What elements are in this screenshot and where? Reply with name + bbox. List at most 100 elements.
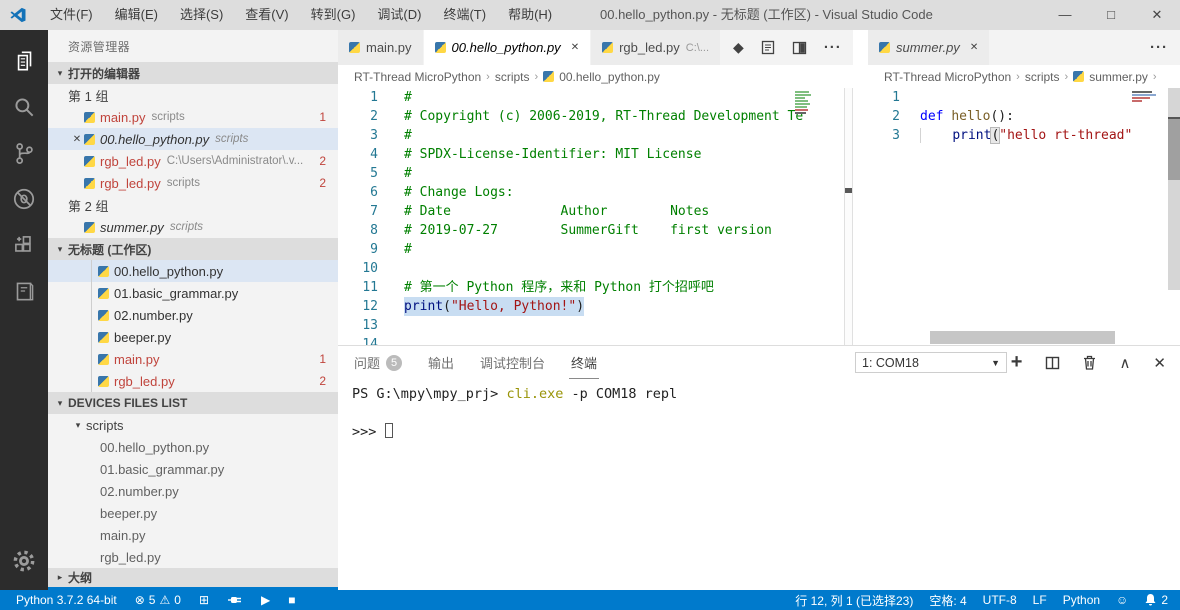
workspace-section-header[interactable]: ▾ 无标题 (工作区) xyxy=(48,238,338,260)
menu-file[interactable]: 文件(F) xyxy=(39,0,104,30)
more-actions-icon[interactable]: ··· xyxy=(1150,39,1168,56)
code-line-1[interactable]: 1# xyxy=(338,88,853,107)
more-actions-icon[interactable]: ··· xyxy=(824,39,842,56)
device-file-basic-grammar[interactable]: 01.basic_grammar.py xyxy=(48,458,338,480)
device-files-icon[interactable] xyxy=(0,268,48,314)
tab-main-py[interactable]: main.py xyxy=(338,30,424,65)
menu-debug[interactable]: 调试(D) xyxy=(366,0,432,30)
feedback-smiley-icon[interactable]: ☺ xyxy=(1116,593,1128,607)
breadcrumb-folder[interactable]: scripts xyxy=(1025,70,1060,84)
extensions-icon[interactable] xyxy=(0,222,48,268)
tab-summer-py[interactable]: summer.py ✕ xyxy=(868,30,990,65)
maximize-panel-icon[interactable]: ∧ xyxy=(1119,354,1130,372)
panel-tab-output[interactable]: 输出 xyxy=(426,347,456,378)
minimap-left[interactable] xyxy=(793,90,813,115)
breadcrumb-project[interactable]: RT-Thread MicroPython xyxy=(354,70,481,84)
breadcrumb-file[interactable]: 00.hello_python.py xyxy=(559,70,660,84)
device-file-beeper[interactable]: beeper.py xyxy=(48,502,338,524)
code-line-7[interactable]: 7# Date Author Notes xyxy=(338,202,853,221)
indentation-status[interactable]: 空格: 4 xyxy=(929,592,966,609)
outline-section-header[interactable]: ▸ 大纲 xyxy=(48,568,338,590)
horizontal-scrollbar[interactable] xyxy=(930,331,1115,344)
terminal-select-dropdown[interactable]: 1: COM18 ▼ xyxy=(855,352,1007,373)
close-icon[interactable]: ✕ xyxy=(970,42,978,53)
kill-terminal-trash-icon[interactable] xyxy=(1083,355,1096,370)
devices-folder-scripts[interactable]: ▾ scripts xyxy=(48,414,338,436)
code-line-14[interactable]: 14 xyxy=(338,335,853,345)
minimap-right[interactable] xyxy=(1130,90,1166,103)
explorer-icon[interactable] xyxy=(0,38,48,84)
editor-group-sash[interactable] xyxy=(844,88,853,345)
code-editor-left[interactable]: 1# 2# Copyright (c) 2006-2019, RT-Thread… xyxy=(338,88,853,345)
download-to-device-button[interactable]: ⊞ xyxy=(199,593,209,607)
breadcrumb-project[interactable]: RT-Thread MicroPython xyxy=(884,70,1011,84)
open-editor-summer-py[interactable]: summer.py scripts xyxy=(48,216,338,238)
device-file-rgb-led[interactable]: rgb_led.py xyxy=(48,546,338,568)
notifications-bell[interactable]: 2 xyxy=(1144,593,1168,607)
open-editor-rgb-led-scripts[interactable]: rgb_led.py scripts 2 xyxy=(48,172,338,194)
open-editor-hello-python[interactable]: ✕ 00.hello_python.py scripts xyxy=(48,128,338,150)
open-editors-header[interactable]: ▾ 打开的编辑器 xyxy=(48,62,338,84)
terminal-output[interactable]: PS G:\mpy\mpy_prj> cli.exe -p COM18 repl… xyxy=(338,379,1180,442)
panel-tab-debug-console[interactable]: 调试控制台 xyxy=(478,347,547,378)
connect-device-button[interactable] xyxy=(227,593,243,607)
code-editor-right[interactable]: 1 2def hello(): 3 print("hello rt-thread… xyxy=(868,88,1180,345)
code-line-12[interactable]: 12print("Hello, Python!") xyxy=(338,297,853,316)
settings-gear-icon[interactable] xyxy=(0,538,48,584)
code-line-2[interactable]: 2def hello(): xyxy=(868,107,1180,126)
code-line-11[interactable]: 11# 第一个 Python 程序，来和 Python 打个招呼吧 xyxy=(338,278,853,297)
eol-status[interactable]: LF xyxy=(1033,593,1047,607)
code-line-8[interactable]: 8# 2019-07-27 SummerGift first version xyxy=(338,221,853,240)
device-file-hello-python[interactable]: 00.hello_python.py xyxy=(48,436,338,458)
stop-button[interactable]: ■ xyxy=(288,593,295,607)
split-terminal-icon[interactable] xyxy=(1045,356,1060,370)
tab-hello-python[interactable]: 00.hello_python.py ✕ xyxy=(424,30,592,65)
menu-selection[interactable]: 选择(S) xyxy=(169,0,234,30)
devices-files-header[interactable]: ▾ DEVICES FILES LIST xyxy=(48,392,338,414)
maximize-button[interactable]: □ xyxy=(1088,0,1134,30)
code-line-5[interactable]: 5# xyxy=(338,164,853,183)
debug-icon[interactable] xyxy=(0,176,48,222)
menu-view[interactable]: 查看(V) xyxy=(234,0,299,30)
minimize-button[interactable]: — xyxy=(1042,0,1088,30)
tab-rgb-led[interactable]: rgb_led.py C:\... xyxy=(591,30,721,65)
device-file-number[interactable]: 02.number.py xyxy=(48,480,338,502)
cursor-position-status[interactable]: 行 12, 列 1 (已选择23) xyxy=(795,592,913,609)
code-line-3[interactable]: 3# xyxy=(338,126,853,145)
scrollbar-thumb[interactable] xyxy=(1168,117,1180,180)
language-mode-status[interactable]: Python xyxy=(1063,593,1100,607)
code-line-2[interactable]: 2# Copyright (c) 2006-2019, RT-Thread De… xyxy=(338,107,853,126)
run-download-icon[interactable]: ◆ xyxy=(733,39,744,56)
source-control-icon[interactable] xyxy=(0,130,48,176)
encoding-status[interactable]: UTF-8 xyxy=(983,593,1017,607)
close-icon[interactable]: ✕ xyxy=(571,42,579,53)
code-line-10[interactable]: 10 xyxy=(338,259,853,278)
panel-tab-problems[interactable]: 问题 5 xyxy=(352,347,404,378)
breadcrumb-folder[interactable]: scripts xyxy=(495,70,530,84)
code-line-9[interactable]: 9# xyxy=(338,240,853,259)
python-interpreter-status[interactable]: Python 3.7.2 64-bit xyxy=(16,593,117,607)
code-line-6[interactable]: 6# Change Logs: xyxy=(338,183,853,202)
menu-help[interactable]: 帮助(H) xyxy=(497,0,563,30)
menu-goto[interactable]: 转到(G) xyxy=(300,0,367,30)
close-window-button[interactable]: ✕ xyxy=(1134,0,1180,30)
code-line-3[interactable]: 3 print("hello rt-thread" xyxy=(868,126,1180,145)
search-icon[interactable] xyxy=(0,84,48,130)
code-line-13[interactable]: 13 xyxy=(338,316,853,335)
problems-status[interactable]: ⊗ 5 ⚠ 0 xyxy=(135,593,181,607)
open-editor-main-py[interactable]: main.py scripts 1 xyxy=(48,106,338,128)
open-editor-rgb-led-user[interactable]: rgb_led.py C:\Users\Administrator\.v... … xyxy=(48,150,338,172)
close-icon[interactable]: ✕ xyxy=(70,134,84,145)
vertical-scrollbar[interactable] xyxy=(1168,88,1180,290)
code-line-4[interactable]: 4# SPDX-License-Identifier: MIT License xyxy=(338,145,853,164)
breadcrumb-file[interactable]: summer.py xyxy=(1089,70,1148,84)
sash-handle[interactable] xyxy=(845,188,852,193)
panel-tab-terminal[interactable]: 终端 xyxy=(569,347,599,379)
close-panel-icon[interactable]: ✕ xyxy=(1153,354,1166,372)
menu-edit[interactable]: 编辑(E) xyxy=(104,0,169,30)
open-preview-icon[interactable] xyxy=(761,40,775,55)
new-terminal-icon[interactable]: + xyxy=(1011,351,1023,374)
device-file-main[interactable]: main.py xyxy=(48,524,338,546)
menu-terminal[interactable]: 终端(T) xyxy=(432,0,497,30)
run-button[interactable]: ▶ xyxy=(261,593,270,607)
